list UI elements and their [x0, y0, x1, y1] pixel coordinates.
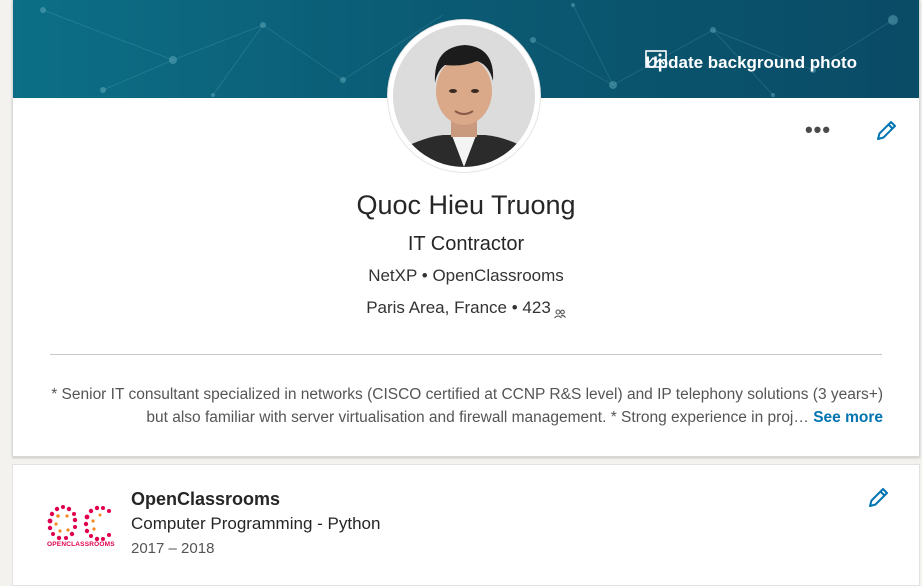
location-connections: Paris Area, France • 423: [13, 298, 919, 318]
connections-count[interactable]: 423: [522, 298, 550, 317]
profile-summary: * Senior IT consultant specialized in ne…: [49, 383, 883, 429]
people-icon: [553, 304, 566, 318]
profile-headline: IT Contractor: [407, 233, 525, 255]
pencil-icon: [877, 121, 896, 140]
education-school[interactable]: OpenClassrooms: [131, 489, 280, 510]
more-horizontal-icon: •••: [804, 117, 832, 142]
profile-photo-frame[interactable]: [388, 20, 540, 172]
profile-top-card: Update background photo ••• Quoc Hieu Tr…: [12, 0, 920, 457]
separator-dot: •: [511, 298, 518, 317]
pencil-icon: [869, 488, 888, 507]
current-companies: NetXP • OpenClassrooms: [13, 266, 919, 286]
openclassrooms-logo[interactable]: OPENCLASSROOMS: [45, 503, 115, 551]
education-card: OPENCLASSROOMS OpenClassrooms Computer P…: [12, 464, 920, 586]
divider: [50, 354, 882, 355]
company-netxp[interactable]: NetXP: [368, 266, 417, 285]
edit-education-button[interactable]: [865, 485, 891, 511]
update-background-label: Update background photo: [645, 53, 857, 72]
image-icon: [645, 50, 891, 72]
summary-text: * Senior IT consultant specialized in ne…: [51, 386, 883, 426]
openclassrooms-logo-mark: [47, 505, 111, 542]
edit-intro-button[interactable]: [873, 118, 899, 144]
separator-dot: •: [421, 266, 428, 285]
profile-photo[interactable]: [393, 25, 535, 167]
more-actions-button[interactable]: •••: [803, 117, 833, 142]
profile-location: Paris Area, France: [366, 298, 507, 317]
education-degree: Computer Programming - Python: [131, 514, 381, 533]
profile-name: Quoc Hieu Truong: [356, 190, 576, 220]
openclassrooms-logo-text: OPENCLASSROOMS: [47, 541, 115, 548]
see-more-link[interactable]: See more: [813, 409, 883, 426]
company-openclassrooms[interactable]: OpenClassrooms: [432, 266, 563, 285]
update-background-photo-button[interactable]: Update background photo: [645, 50, 891, 76]
education-dates: 2017 – 2018: [131, 540, 215, 557]
